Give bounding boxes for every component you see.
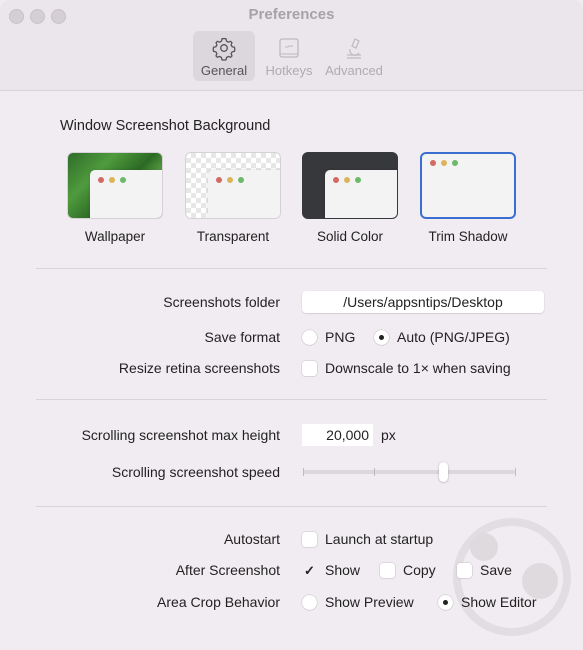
tab-hotkeys-label: Hotkeys — [265, 63, 313, 78]
slider-tick — [374, 468, 375, 476]
checkbox[interactable] — [302, 531, 317, 547]
window-title: Preferences — [248, 6, 335, 23]
max-height-label: Scrolling screenshot max height — [81, 427, 280, 443]
autostart-label: Autostart — [223, 531, 280, 547]
screenshots-folder-label: Screenshots folder — [163, 294, 280, 310]
bg-option-label: Trim Shadow — [428, 229, 508, 244]
transparent-thumbnail — [185, 152, 281, 219]
divider — [36, 399, 547, 400]
radio-label: Auto (PNG/JPEG) — [397, 329, 510, 345]
radio-label: PNG — [325, 329, 356, 345]
keyboard-icon — [279, 38, 299, 58]
wallpaper-thumbnail — [67, 152, 163, 219]
tab-hotkeys[interactable]: Hotkeys — [258, 31, 320, 81]
crop-show-preview-radio[interactable]: Show Preview — [302, 594, 414, 610]
radio-button[interactable] — [438, 594, 453, 610]
slider-knob[interactable] — [439, 462, 448, 482]
trim-shadow-thumbnail — [420, 152, 516, 219]
save-format-label: Save format — [204, 329, 280, 345]
screenshots-folder-field[interactable]: /Users/appsntips/Desktop — [302, 291, 544, 313]
launch-at-startup-checkbox[interactable]: Launch at startup — [302, 531, 433, 547]
background-section-title: Window Screenshot Background — [60, 118, 271, 134]
scroll-speed-label: Scrolling screenshot speed — [111, 464, 280, 480]
after-show-checkbox[interactable]: ✓ Show — [302, 562, 360, 578]
bg-option-label: Transparent — [196, 229, 270, 244]
radio-button[interactable] — [302, 329, 317, 345]
scroll-speed-slider[interactable] — [303, 462, 516, 482]
checkbox-label: Launch at startup — [325, 531, 434, 547]
max-height-unit: px — [381, 427, 396, 443]
radio-label: Show Editor — [461, 594, 537, 610]
checkbox[interactable] — [380, 562, 395, 578]
crop-show-editor-radio[interactable]: Show Editor — [438, 594, 536, 610]
preferences-window: Preferences General Hotkeys Advanced Win… — [0, 0, 583, 650]
checkbox[interactable] — [302, 360, 317, 376]
checkbox-label: Show — [325, 562, 361, 578]
toolbar-tabs: General Hotkeys Advanced — [193, 31, 388, 81]
slider-track — [303, 470, 515, 474]
microscope-icon — [347, 38, 361, 59]
bg-option-label: Solid Color — [316, 229, 384, 244]
max-height-input[interactable]: 20,000 — [302, 424, 373, 446]
resize-retina-label: Resize retina screenshots — [118, 360, 280, 376]
checkbox-label: Downscale to 1× when saving — [325, 360, 511, 376]
tab-general[interactable]: General — [193, 31, 255, 81]
radio-label: Show Preview — [325, 594, 414, 610]
radio-button[interactable] — [302, 594, 317, 610]
divider — [36, 506, 547, 507]
tab-general-label: General — [200, 63, 248, 78]
solid-color-thumbnail — [302, 152, 398, 219]
bg-option-transparent[interactable]: Transparent — [185, 152, 281, 244]
checkbox[interactable] — [457, 562, 472, 578]
gear-icon — [212, 37, 236, 61]
bg-option-wallpaper[interactable]: Wallpaper — [67, 152, 163, 244]
checkbox-label: Save — [480, 562, 512, 578]
checkbox-label: Copy — [403, 562, 436, 578]
tab-advanced-label: Advanced — [325, 63, 383, 78]
tab-advanced[interactable]: Advanced — [323, 31, 385, 81]
after-save-checkbox[interactable]: Save — [457, 562, 512, 578]
after-screenshot-label: After Screenshot — [175, 562, 280, 578]
after-copy-checkbox[interactable]: Copy — [380, 562, 436, 578]
area-crop-label: Area Crop Behavior — [157, 594, 280, 610]
slider-tick — [515, 468, 516, 476]
bg-option-trim-shadow[interactable]: Trim Shadow — [420, 152, 516, 244]
format-auto-radio[interactable]: Auto (PNG/JPEG) — [374, 329, 510, 345]
radio-button[interactable] — [374, 329, 389, 345]
checkmark-icon[interactable]: ✓ — [302, 563, 317, 578]
bg-option-label: Wallpaper — [84, 229, 146, 244]
downscale-checkbox[interactable]: Downscale to 1× when saving — [302, 360, 511, 376]
bg-option-solid-color[interactable]: Solid Color — [302, 152, 398, 244]
divider — [36, 268, 547, 269]
slider-tick — [303, 468, 304, 476]
titlebar: Preferences General Hotkeys Advanced — [0, 0, 583, 91]
format-png-radio[interactable]: PNG — [302, 329, 355, 345]
